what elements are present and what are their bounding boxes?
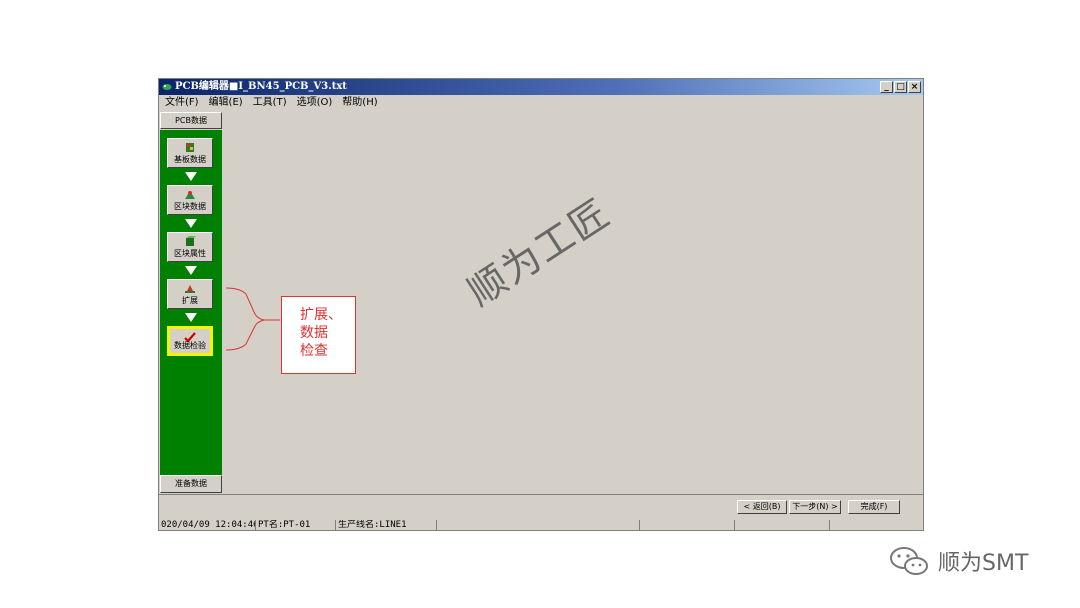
callout-line: 扩展、 — [300, 307, 342, 323]
callout-line: 数据 — [300, 325, 328, 341]
wechat-icon — [890, 547, 928, 575]
callout-bracket — [225, 287, 280, 351]
brand-name: 顺为SMT — [938, 551, 1029, 576]
callout-line: 检查 — [300, 343, 328, 359]
brand-logo: 顺为SMT — [888, 544, 1028, 578]
callout-annotation: 扩展、 数据 检查 — [281, 296, 356, 374]
